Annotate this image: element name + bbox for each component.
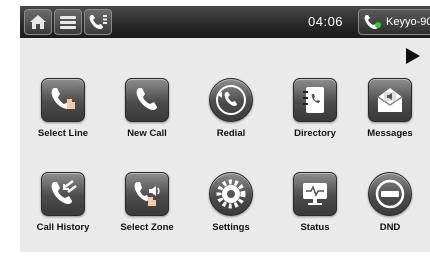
- redial-tile[interactable]: Redial: [189, 78, 273, 158]
- menu-button[interactable]: [54, 9, 82, 35]
- directory-icon: [293, 78, 337, 122]
- call-history-tile[interactable]: Call History: [21, 172, 105, 252]
- new-call-icon: [125, 78, 169, 122]
- home-button[interactable]: [24, 9, 52, 35]
- messages-tile[interactable]: Messages: [348, 78, 430, 158]
- call-history-icon: [41, 172, 85, 216]
- settings-label: Settings: [212, 222, 250, 233]
- home-icon: [30, 15, 46, 29]
- status-tile[interactable]: Status: [273, 172, 357, 252]
- phone-home-screen: 04:06 Keyyo-90 Select Line New Call Redi…: [0, 0, 430, 258]
- status-label: Status: [300, 222, 330, 233]
- phone-lines-icon: [89, 15, 107, 29]
- new-call-tile[interactable]: New Call: [105, 78, 189, 158]
- clock: 04:06: [308, 14, 344, 29]
- list-icon: [60, 16, 76, 29]
- settings-tile[interactable]: Settings: [189, 172, 273, 252]
- dnd-tile[interactable]: DND: [348, 172, 430, 252]
- messages-icon: [368, 78, 412, 122]
- play-next-icon: [406, 48, 420, 64]
- select-line-icon: [41, 78, 85, 122]
- select-zone-tile[interactable]: Select Zone: [105, 172, 189, 252]
- next-page-button[interactable]: [400, 44, 426, 68]
- select-zone-label: Select Zone: [120, 222, 174, 233]
- dnd-label: DND: [379, 222, 401, 233]
- select-line-tile[interactable]: Select Line: [21, 78, 105, 158]
- directory-label: Directory: [294, 128, 336, 139]
- line-status-button[interactable]: [84, 9, 112, 35]
- new-call-label: New Call: [127, 128, 167, 139]
- status-bar: 04:06 Keyyo-90: [20, 6, 430, 38]
- select-zone-icon: [125, 172, 169, 216]
- call-history-label: Call History: [36, 222, 90, 233]
- phone-handset-icon: [364, 15, 381, 29]
- account-label: Keyyo-90: [386, 16, 430, 28]
- status-icon: [293, 172, 337, 216]
- messages-label: Messages: [367, 128, 413, 139]
- settings-icon: [209, 172, 253, 216]
- do-not-disturb-icon: [368, 172, 412, 216]
- select-line-label: Select Line: [37, 128, 89, 139]
- redial-icon: [209, 78, 253, 122]
- redial-label: Redial: [216, 128, 246, 139]
- directory-tile[interactable]: Directory: [273, 78, 357, 158]
- account-button[interactable]: Keyyo-90: [358, 9, 430, 35]
